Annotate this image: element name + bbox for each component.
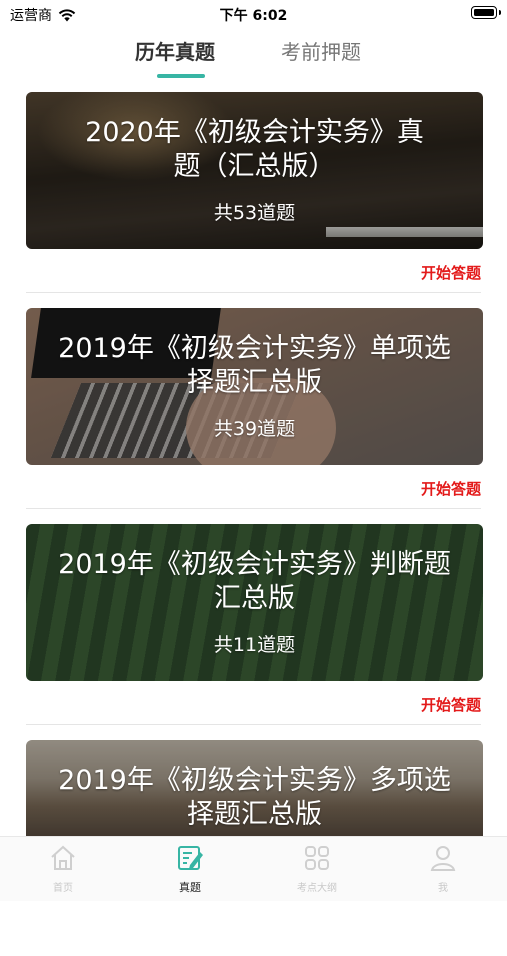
nav-exams-label: 真题	[179, 881, 201, 894]
paper-title: 2019年《初级会计实务》单项选择题汇总版	[58, 333, 451, 398]
list-item: 2020年《初级会计实务》真题（汇总版） 共53道题 开始答题	[0, 92, 507, 308]
paper-card[interactable]: 2020年《初级会计实务》真题（汇总版） 共53道题	[26, 92, 483, 249]
edit-icon	[178, 846, 203, 870]
clock: 下午 6:02	[219, 8, 288, 24]
top-tabs: 历年真题 考前押题	[0, 36, 507, 82]
start-answer-button[interactable]: 开始答题	[421, 478, 481, 499]
divider	[26, 292, 481, 293]
paper-list: 2020年《初级会计实务》真题（汇总版） 共53道题 开始答题 2019年《初级…	[0, 92, 507, 956]
divider	[26, 508, 481, 509]
start-answer-button[interactable]: 开始答题	[421, 262, 481, 283]
paper-card[interactable]: 2019年《初级会计实务》单项选择题汇总版 共39道题	[26, 308, 483, 465]
tab-past-exams[interactable]: 历年真题	[135, 36, 215, 65]
question-count: 共39道题	[213, 418, 296, 440]
list-item: 2019年《初级会计实务》单项选择题汇总版 共39道题 开始答题	[0, 308, 507, 524]
paper-title: 2020年《初级会计实务》真题（汇总版）	[85, 117, 424, 182]
nav-outline[interactable]: 考点大纲	[272, 843, 362, 894]
nav-me[interactable]: 我	[398, 843, 488, 894]
paper-card[interactable]: 2019年《初级会计实务》判断题汇总版 共11道题	[26, 524, 483, 681]
home-icon	[51, 845, 75, 870]
bottom-tab-bar: 首页 真题 考点大纲 我	[0, 836, 507, 901]
nav-exams[interactable]: 真题	[145, 843, 235, 895]
nav-home[interactable]: 首页	[18, 843, 108, 894]
paper-title: 2019年《初级会计实务》判断题汇总版	[58, 549, 451, 614]
active-tab-indicator	[157, 74, 205, 78]
nav-me-label: 我	[438, 883, 448, 894]
divider	[26, 724, 481, 725]
paper-title: 2019年《初级会计实务》多项选择题汇总版	[58, 765, 451, 830]
grid-icon	[305, 846, 329, 870]
nav-outline-label: 考点大纲	[297, 883, 337, 894]
status-bar: 运营商 下午 6:02	[0, 0, 507, 28]
question-count: 共53道题	[213, 202, 296, 224]
nav-home-label: 首页	[53, 883, 73, 894]
question-count: 共11道题	[213, 634, 296, 656]
paper-card[interactable]: 2019年《初级会计实务》多项选择题汇总版	[26, 740, 483, 850]
user-icon	[430, 846, 456, 871]
list-item: 2019年《初级会计实务》判断题汇总版 共11道题 开始答题	[0, 524, 507, 740]
tab-predicted-questions[interactable]: 考前押题	[281, 36, 361, 65]
start-answer-button[interactable]: 开始答题	[421, 694, 481, 715]
battery-icon	[471, 6, 501, 19]
